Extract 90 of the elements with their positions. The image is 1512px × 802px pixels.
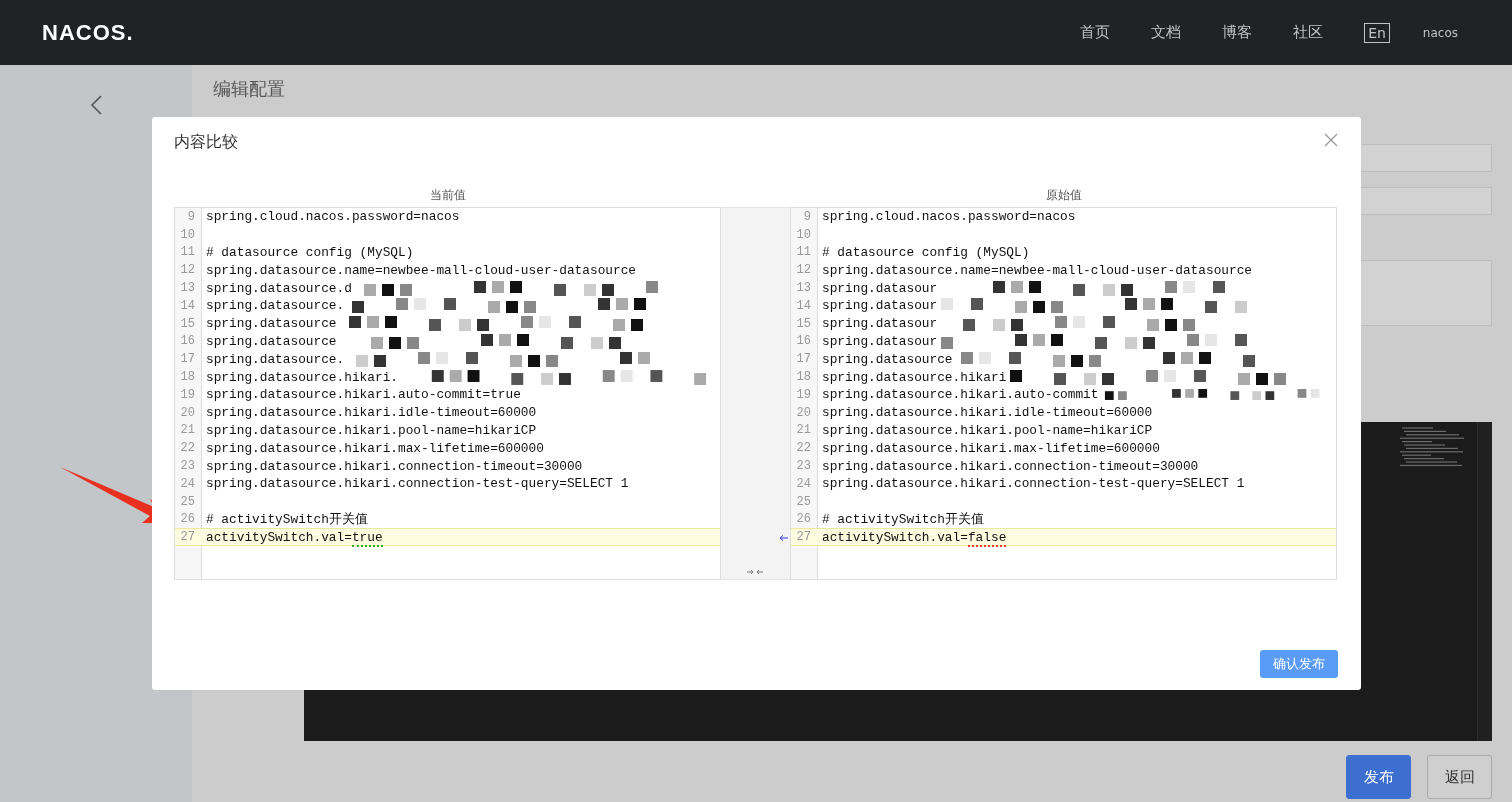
page-button[interactable]: 发布: [1346, 755, 1411, 799]
code-line: # datasource config (MySQL): [206, 245, 414, 260]
page-button[interactable]: 返回: [1427, 755, 1492, 799]
code-line: spring.datasour: [822, 298, 938, 314]
line-number: 24: [795, 476, 811, 491]
line-number: 24: [179, 476, 195, 491]
code-line: spring.datasource.hikari.: [206, 369, 398, 385]
nav-link[interactable]: 博客: [1222, 23, 1253, 42]
line-number: 22: [179, 441, 195, 456]
line-number: 10: [795, 227, 811, 242]
merge-arrows-icon[interactable]: [747, 569, 763, 575]
page-title: 编辑配置: [213, 77, 286, 101]
line-number: 17: [795, 352, 811, 367]
code-line: spring.datasource.hikari.max-lifetime=600000: [822, 440, 1160, 456]
code-line: spring.datasource.hikari.idle-timeout=60000: [206, 405, 537, 421]
line-number: 15: [179, 316, 195, 331]
code-line: spring.datasource.hikari.pool-name=hikariCP: [206, 422, 537, 438]
code-line: spring.datasource.d: [206, 280, 352, 296]
code-line: # activitySwitch开关值: [822, 510, 984, 528]
line-number: 15: [795, 316, 811, 331]
line-number: 16: [795, 334, 811, 349]
line-number: 16: [179, 334, 195, 349]
line-number: 18: [179, 370, 195, 385]
code-line: spring.datasource.name=newbee-mall-cloud-user-datasource: [822, 262, 1253, 278]
line-number: 25: [179, 494, 195, 509]
code-line: spring.datasource.hikari.connection-timeout=30000: [822, 458, 1199, 474]
line-number: 27: [179, 530, 195, 545]
close-icon[interactable]: [1324, 132, 1338, 147]
line-number: 12: [795, 263, 811, 278]
code-line: spring.cloud.nacos.password=nacos: [206, 209, 460, 225]
logo[interactable]: NACOS.: [42, 19, 134, 46]
nav-link[interactable]: 文档: [1151, 23, 1182, 42]
line-number: 9: [802, 209, 811, 224]
line-number: 21: [179, 423, 195, 438]
code-line: spring.datasource.name=newbee-mall-cloud-user-datasource: [206, 262, 637, 278]
code-line: spring.datasource: [206, 333, 337, 349]
dialog-title: 内容比较: [174, 132, 238, 153]
line-number: 19: [179, 387, 195, 402]
code-line: spring.datasource.hikari.auto-commit=true: [206, 387, 521, 403]
line-number: 13: [795, 281, 811, 296]
code-line: spring.datasource.: [206, 298, 345, 314]
nav-link[interactable]: 首页: [1080, 23, 1111, 42]
line-number: 21: [795, 423, 811, 438]
line-number: 10: [179, 227, 195, 242]
code-line: spring.cloud.nacos.password=nacos: [822, 209, 1076, 225]
line-number: 14: [179, 298, 195, 313]
line-number: 25: [795, 494, 811, 509]
back-icon[interactable]: [89, 94, 103, 116]
line-number: 19: [795, 387, 811, 402]
line-number: 22: [795, 441, 811, 456]
user-name[interactable]: nacos: [1422, 25, 1458, 40]
code-line: spring.datasource: [822, 351, 953, 367]
line-number: 12: [179, 263, 195, 278]
revert-arrow-icon[interactable]: [779, 535, 788, 542]
code-line: activitySwitch.val=false: [822, 529, 1007, 545]
code-line: spring.datasource.hikari: [822, 369, 1007, 385]
line-number: 11: [795, 245, 811, 260]
line-number: 23: [179, 459, 195, 474]
pane-heading: 当前值: [428, 186, 467, 204]
code-line: spring.datasource.hikari.max-lifetime=600000: [206, 440, 544, 456]
line-number: 27: [795, 530, 811, 545]
code-line: # activitySwitch开关值: [206, 510, 368, 528]
code-line: spring.datasource.hikari.auto-commit: [822, 387, 1099, 403]
line-number: 17: [179, 352, 195, 367]
line-number: 11: [179, 245, 195, 260]
line-number: 14: [795, 298, 811, 313]
code-line: spring.datasource.hikari.idle-timeout=60000: [822, 405, 1153, 421]
pane-heading: 原始值: [1044, 186, 1083, 204]
code-line: spring.datasource.: [206, 351, 345, 367]
nav-link[interactable]: 社区: [1293, 23, 1324, 42]
code-line: spring.datasource: [206, 316, 337, 332]
line-number: 23: [795, 459, 811, 474]
code-line: spring.datasour: [822, 316, 938, 332]
line-number: 26: [179, 512, 195, 527]
code-line: spring.datasource.hikari.connection-test-query=SELECT 1: [206, 476, 629, 492]
line-number: 26: [795, 512, 811, 527]
language-toggle[interactable]: En: [1364, 22, 1390, 43]
code-line: # datasource config (MySQL): [822, 245, 1030, 260]
code-line: spring.datasour: [822, 333, 938, 349]
line-number: 9: [186, 209, 195, 224]
line-number: 20: [179, 405, 195, 420]
scrollbar[interactable]: [1477, 422, 1492, 741]
code-line: spring.datasour: [822, 280, 938, 296]
code-line: spring.datasource.hikari.connection-timeout=30000: [206, 458, 583, 474]
line-number: 13: [179, 281, 195, 296]
code-line: spring.datasource.hikari.connection-test-query=SELECT 1: [822, 476, 1245, 492]
line-number: 20: [795, 405, 811, 420]
code-line: activitySwitch.val=true: [206, 529, 383, 545]
code-line: spring.datasource.hikari.pool-name=hikariCP: [822, 422, 1153, 438]
line-number: 18: [795, 370, 811, 385]
